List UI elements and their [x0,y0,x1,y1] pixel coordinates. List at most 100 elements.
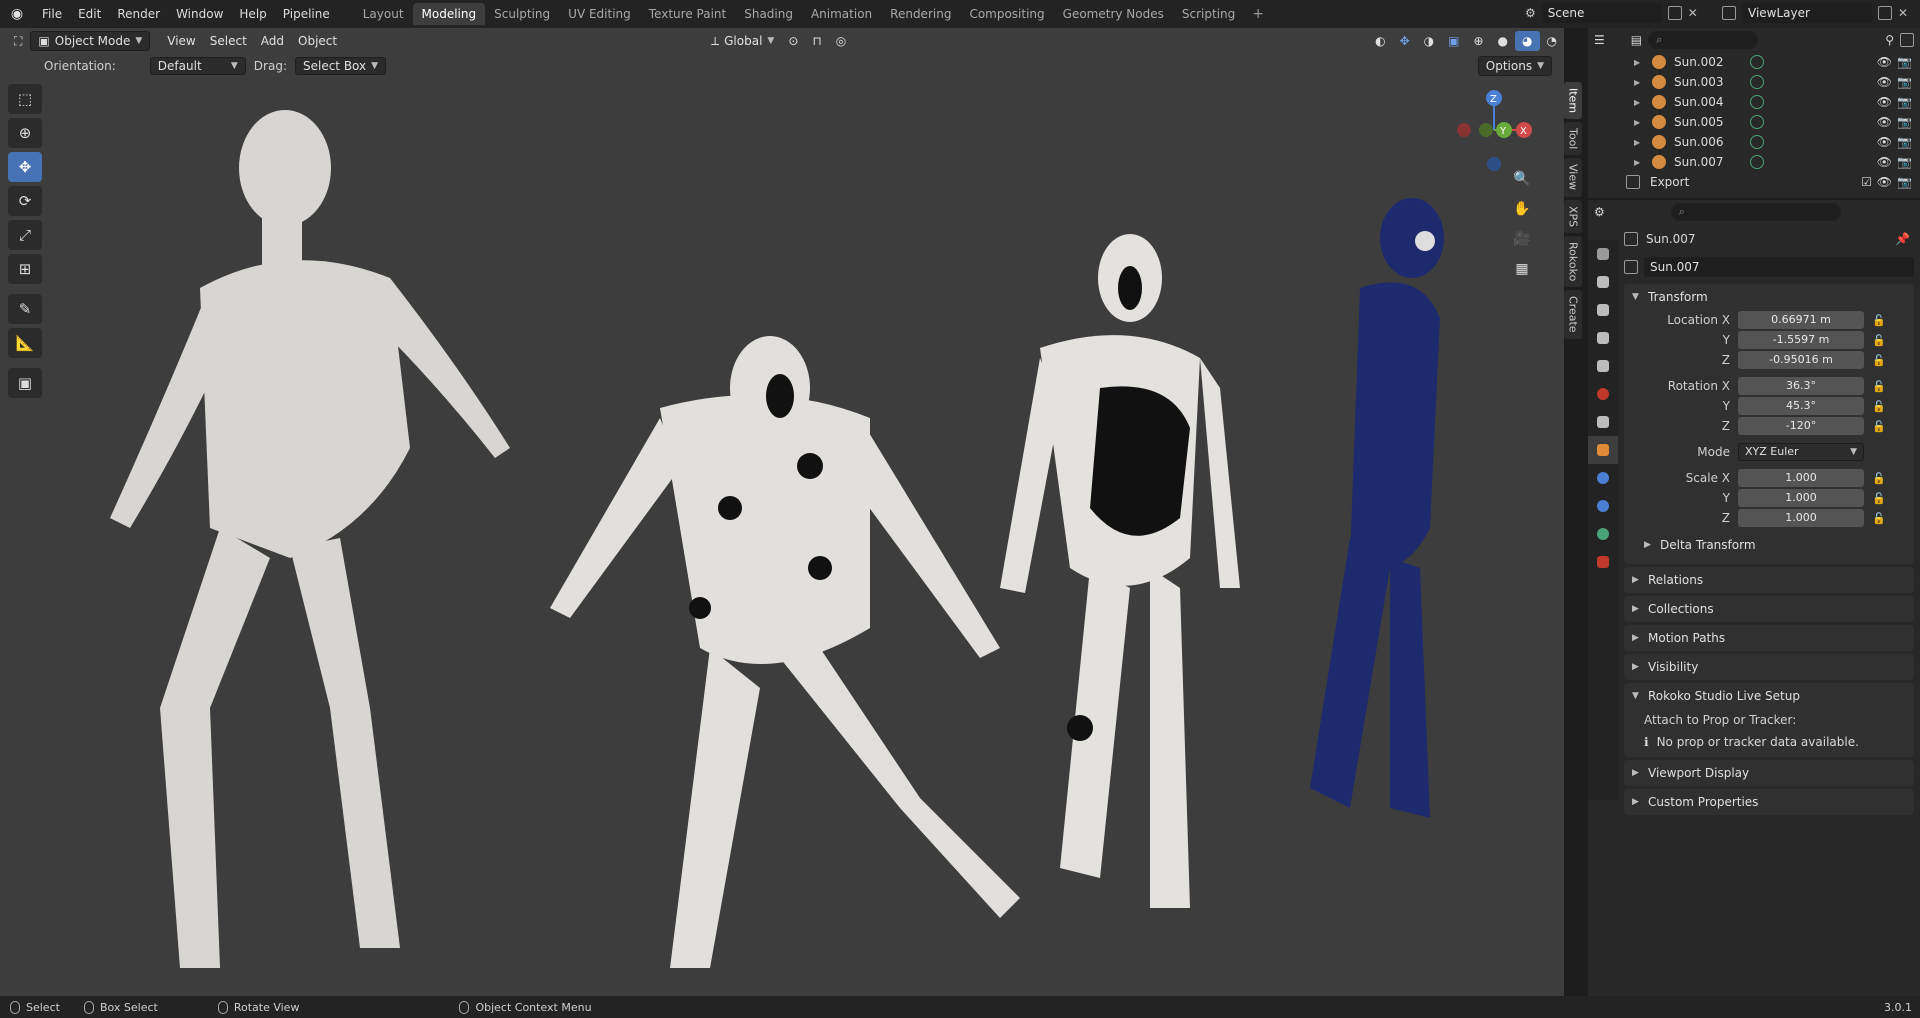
delta-transform-subpanel[interactable]: ▶ Delta Transform [1624,532,1914,558]
gizmo-toggle-icon[interactable]: ✥ [1393,31,1417,51]
tab-compositing[interactable]: Compositing [960,3,1053,25]
collection-tab-icon[interactable] [1588,408,1618,436]
pivot-point-icon[interactable]: ⊙ [781,31,805,51]
outliner-search-input[interactable]: ⌕ [1648,31,1759,49]
checkbox-icon[interactable]: ☑ [1861,175,1872,189]
datablock-name-field[interactable]: Sun.007 [1644,257,1914,277]
view-layer-tab-icon[interactable] [1588,324,1618,352]
camera-icon[interactable]: 📷 [1897,115,1912,129]
tab-animation[interactable]: Animation [802,3,881,25]
outliner-row[interactable]: ▶ Sun.004 👁 📷 [1588,92,1920,112]
eye-icon[interactable]: 👁 [1877,95,1892,109]
select-box-tool-icon[interactable]: ⬚ [8,84,42,114]
lock-icon[interactable]: 🔓 [1872,314,1886,327]
tab-uv-editing[interactable]: UV Editing [559,3,640,25]
add-workspace-icon[interactable]: + [1244,6,1272,22]
tab-rendering[interactable]: Rendering [881,3,960,25]
eye-icon[interactable]: 👁 [1877,115,1892,129]
tab-scripting[interactable]: Scripting [1173,3,1244,25]
menu-file[interactable]: File [34,0,70,28]
expand-icon[interactable]: ▶ [1634,98,1640,107]
outliner-row[interactable]: ▶ Sun.005 👁 📷 [1588,112,1920,132]
camera-view-icon[interactable]: 🎥 [1508,226,1536,252]
mode-dropdown[interactable]: ▣ Object Mode ▼ [30,31,151,51]
menu-add[interactable]: Add [254,31,291,51]
eye-icon[interactable]: 👁 [1877,175,1892,189]
outliner-collection-row[interactable]: Export ☑ 👁 📷 [1588,172,1920,192]
tool-tab-icon[interactable] [1588,240,1618,268]
new-collection-icon[interactable] [1900,33,1914,47]
collections-panel[interactable]: ▶ Collections [1624,596,1914,622]
tab-rokoko[interactable]: Rokoko [1564,235,1582,287]
physics-tab-icon[interactable] [1588,492,1618,520]
tab-view[interactable]: View [1564,158,1582,197]
pan-hand-icon[interactable]: ✋ [1508,196,1536,222]
outliner-row[interactable]: ▶ Sun.002 👁 📷 [1588,52,1920,72]
object-data-tab-icon[interactable] [1588,520,1618,548]
expand-icon[interactable]: ▶ [1634,58,1640,67]
xray-icon[interactable]: ▣ [1441,31,1466,51]
texture-tab-icon[interactable] [1588,548,1618,576]
world-tab-icon[interactable] [1588,380,1618,408]
properties-editor-icon[interactable]: ⚙ [1594,205,1605,219]
tab-sculpting[interactable]: Sculpting [485,3,559,25]
proportional-edit-icon[interactable]: ◎ [829,31,853,51]
zoom-icon[interactable]: 🔍 [1508,166,1536,192]
camera-icon[interactable]: 📷 [1897,75,1912,89]
eye-icon[interactable]: 👁 [1877,135,1892,149]
location-z-field[interactable]: -0.95016 m [1738,351,1864,369]
expand-icon[interactable]: ▶ [1634,138,1640,147]
camera-icon[interactable]: 📷 [1897,135,1912,149]
navigation-gizmo[interactable]: Z X Y [1452,86,1542,176]
grid-perspective-icon[interactable]: ▦ [1508,256,1536,282]
outliner-editor-icon[interactable]: ☰ [1594,33,1605,47]
lock-icon[interactable]: 🔓 [1872,354,1886,367]
eye-icon[interactable]: 👁 [1877,155,1892,169]
menu-render[interactable]: Render [109,0,168,28]
camera-icon[interactable]: 📷 [1897,55,1912,69]
modifier-tab-icon[interactable] [1588,464,1618,492]
scale-y-field[interactable]: 1.000 [1738,489,1864,507]
filter-icon[interactable]: ⚲ [1885,33,1894,47]
expand-icon[interactable]: ▶ [1634,158,1640,167]
scene-selector[interactable]: ⚙ Scene ✕ [1525,2,1705,24]
scale-x-field[interactable]: 1.000 [1738,469,1864,487]
tab-tool[interactable]: Tool [1564,122,1582,156]
blender-logo-icon[interactable]: ◉ [0,0,34,28]
rotation-x-field[interactable]: 36.3° [1738,377,1864,395]
material-shading-icon[interactable]: ◕ [1515,31,1540,51]
duplicate-view-layer-icon[interactable] [1878,6,1892,20]
measure-tool-icon[interactable]: 📐 [8,328,42,358]
view-layer-selector[interactable]: ViewLayer ✕ [1722,2,1918,24]
tab-create[interactable]: Create [1564,289,1582,339]
visibility-icon[interactable]: ◐ [1368,31,1392,51]
tab-xps[interactable]: XPS [1564,199,1582,233]
move-tool-icon[interactable]: ✥ [8,152,42,182]
scene-name-field[interactable]: Scene [1541,3,1662,23]
wireframe-shading-icon[interactable]: ⊕ [1466,31,1490,51]
lock-icon[interactable]: 🔓 [1872,334,1886,347]
3d-viewport[interactable]: ⛶ ▣ Object Mode ▼ View Select Add Object ⟂… [0,28,1564,996]
camera-icon[interactable]: 📷 [1897,95,1912,109]
render-tab-icon[interactable] [1588,268,1618,296]
expand-icon[interactable]: ▶ [1634,118,1640,127]
outliner-row[interactable]: ▶ Sun.007 👁 📷 [1588,152,1920,172]
motion-paths-panel[interactable]: ▶ Motion Paths [1624,625,1914,651]
tab-shading[interactable]: Shading [735,3,802,25]
scale-z-field[interactable]: 1.000 [1738,509,1864,527]
annotate-tool-icon[interactable]: ✎ [8,294,42,324]
eye-icon[interactable]: 👁 [1877,75,1892,89]
tab-texture-paint[interactable]: Texture Paint [640,3,735,25]
custom-properties-panel[interactable]: ▶ Custom Properties [1624,789,1914,815]
menu-window[interactable]: Window [168,0,231,28]
display-mode-icon[interactable]: ▤ [1631,33,1642,47]
eye-icon[interactable]: 👁 [1877,55,1892,69]
lock-icon[interactable]: 🔓 [1872,420,1886,433]
menu-help[interactable]: Help [231,0,274,28]
relations-panel[interactable]: ▶ Relations [1624,567,1914,593]
cursor-tool-icon[interactable]: ⊕ [8,118,42,148]
lock-icon[interactable]: 🔓 [1872,400,1886,413]
add-cube-tool-icon[interactable]: ▣ [8,368,42,398]
orientation-dropdown[interactable]: Default ▼ [149,57,246,75]
transform-orientation-dropdown[interactable]: ⟂ Global ▼ [704,31,781,51]
